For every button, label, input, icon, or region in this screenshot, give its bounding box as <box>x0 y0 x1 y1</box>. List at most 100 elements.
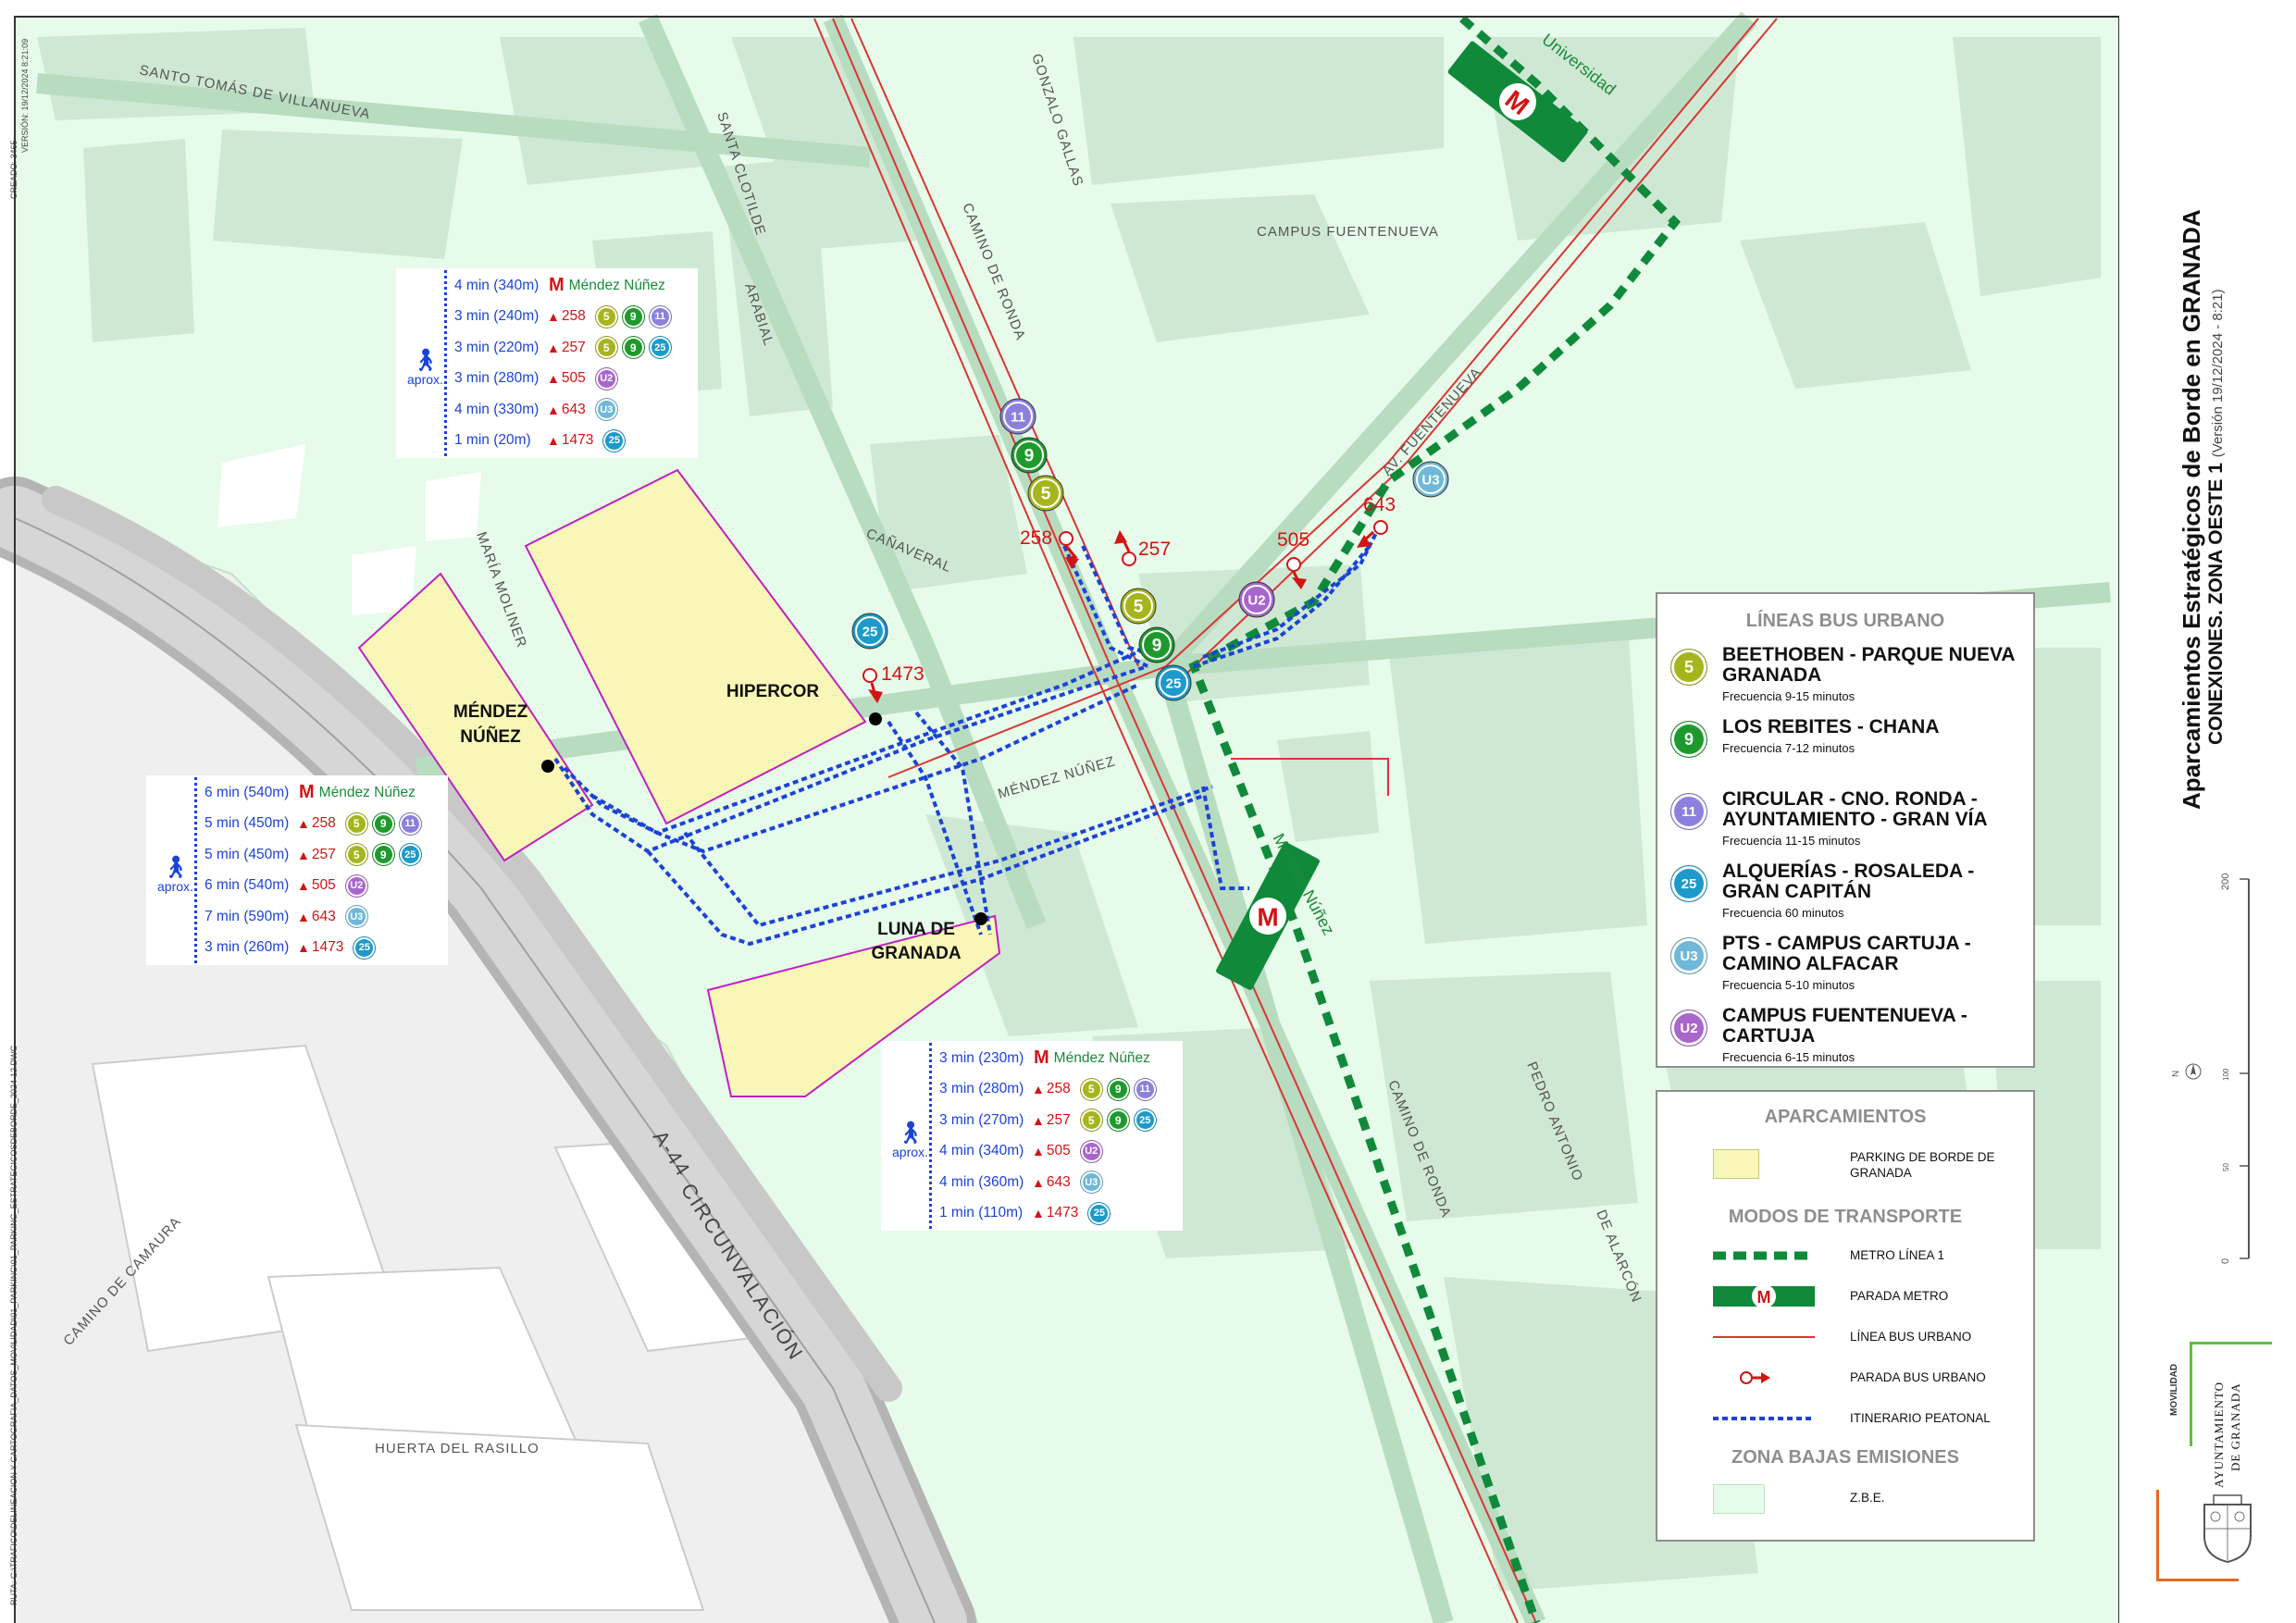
bus-stop-icon: ▲ <box>547 340 560 355</box>
bus-stop-icon: ▲ <box>547 433 560 449</box>
map-subtitle: CONEXIONES. ZONA OESTE 1 (Versión 19/12/… <box>2205 289 2228 745</box>
bus-stop-number: 643 <box>1046 1173 1071 1190</box>
svg-text:200: 200 <box>2220 873 2231 890</box>
line-chip-25: 25 <box>353 935 377 960</box>
line-bubble-11[interactable]: 11 <box>999 398 1036 435</box>
connection-rows: 3 min (230m) M Méndez Núñez 3 min (280m) ▲ 25… <box>929 1043 1160 1229</box>
line-chip-11: 11 <box>1133 1077 1157 1101</box>
walk-time: 4 min (340m) <box>939 1143 1024 1159</box>
svg-text:M: M <box>1757 1288 1771 1307</box>
legend-zbe: Z.B.E. <box>1657 1484 2028 1514</box>
walk-approx-label: aprox. <box>407 372 443 387</box>
svg-text:M: M <box>1257 903 1278 932</box>
metro-icon: M <box>1034 1047 1049 1069</box>
info-box-hipercor: 🚶︎ aprox. 4 min (340m) M Méndez Núñez 3 min (… <box>396 268 698 458</box>
legend-header-parking: APARCAMIENTOS <box>1764 1107 1927 1127</box>
svg-text:CAMPUS FUENTENUEVA: CAMPUS FUENTENUEVA <box>1257 224 1439 240</box>
ayuntamiento-logo: MOVILIDAD AYUNTAMIENTO DE GRANADA <box>2156 1332 2272 1582</box>
connection-row: 3 min (270m) ▲ 257 5 9 25 <box>932 1105 1160 1136</box>
line-chip-9: 9 <box>1106 1109 1130 1133</box>
svg-text:505: 505 <box>1277 529 1309 551</box>
line-bubble-u2[interactable]: U2 <box>1238 581 1275 618</box>
bus-stop-icon: ▲ <box>1032 1174 1045 1190</box>
line-chip-u3: U3 <box>594 398 618 422</box>
connection-row: 4 min (330m) ▲ 643 U3 <box>447 394 676 426</box>
line-frequency: Frecuencia 11-15 minutos <box>1722 834 1861 848</box>
connection-row: 3 min (280m) ▲ 505 U2 <box>447 364 676 395</box>
logo-line1: AYUNTAMIENTO <box>2212 1381 2226 1488</box>
legend-parking: PARKING DE BORDE DE GRANADA <box>1657 1149 2028 1180</box>
map-title: Aparcamientos Estratégicos de Borde en G… <box>2178 209 2205 810</box>
bus-stop-number: 1473 <box>1046 1205 1079 1221</box>
line-bubble-5[interactable]: 5 <box>1027 475 1064 512</box>
line-chip-5: 5 <box>1079 1077 1103 1101</box>
walking-person-icon: 🚶︎ <box>411 348 440 373</box>
connection-row: 1 min (110m) ▲ 1473 25 <box>932 1198 1160 1230</box>
bus-lines-legend: LÍNEAS BUS URBANO 5 BEETHOBEN - PARQUE NU… <box>1656 592 2035 1068</box>
metro-stop-name: Méndez Núñez <box>318 784 416 800</box>
line-bubble-9[interactable]: 9 <box>1011 437 1048 474</box>
line-bubble-25[interactable]: 25 <box>851 613 888 650</box>
svg-text:643: 643 <box>1363 494 1396 515</box>
info-box-mendez-nunez: 🚶︎ aprox. 6 min (540m) M Méndez Núñez 5 min (… <box>146 775 448 965</box>
line-chip-25: 25 <box>1133 1109 1157 1133</box>
connection-row: 5 min (450m) ▲ 258 5 9 11 <box>197 809 426 840</box>
bus-stop-icon: ▲ <box>297 816 310 832</box>
walk-time: 1 min (20m) <box>454 432 531 449</box>
bus-stop-number: 1473 <box>561 432 594 449</box>
bus-stop-number: 505 <box>1046 1143 1071 1159</box>
line-chip-25: 25 <box>398 843 422 867</box>
line-chip-25: 25 <box>1087 1201 1111 1225</box>
bus-stop-icon: ▲ <box>1032 1206 1045 1221</box>
line-name: CAMPUS FUENTENUEVA - CARTUJA <box>1722 1005 1967 1047</box>
bus-stop-number: 258 <box>1046 1081 1071 1097</box>
line-bubble-u3[interactable]: U3 <box>1412 461 1449 498</box>
line-chip-25: 25 <box>648 336 672 360</box>
line-frequency: Frecuencia 9-15 minutos <box>1722 689 1855 703</box>
line-chip-9: 9 <box>371 812 395 836</box>
bus-stop-number: 258 <box>311 815 336 832</box>
connection-row: 3 min (220m) ▲ 257 5 9 25 <box>447 332 676 364</box>
legend-header-modes: MODOS DE TRANSPORTE <box>1728 1207 1963 1227</box>
line-chip-5: 5 <box>594 304 618 328</box>
line-badge: 5 <box>1670 649 1707 686</box>
connection-rows: 4 min (340m) M Méndez Núñez 3 min (240m) ▲ 25… <box>444 270 676 456</box>
line-chip-u2: U2 <box>594 366 618 390</box>
walk-time: 6 min (540m) <box>205 784 290 800</box>
svg-text:0: 0 <box>2220 1258 2231 1264</box>
line-bubble-9[interactable]: 9 <box>1138 626 1175 663</box>
line-bubble-25[interactable]: 25 <box>1155 664 1192 701</box>
bus-stop-number: 258 <box>561 308 586 325</box>
line-chip-11: 11 <box>398 812 422 836</box>
bus-stop-icon: ▲ <box>297 909 310 924</box>
bus-stop-number: 257 <box>561 339 586 355</box>
bus-stop-icon: ▲ <box>1032 1082 1045 1097</box>
svg-text:1473: 1473 <box>881 663 925 685</box>
line-bubble-label: 5 <box>1041 485 1051 504</box>
line-chip-5: 5 <box>344 843 368 867</box>
line-badge: 9 <box>1670 721 1707 758</box>
walk-time: 5 min (450m) <box>205 815 290 832</box>
line-bubble-label: 5 <box>1134 598 1144 617</box>
map-subtitle-text: CONEXIONES. ZONA OESTE 1 <box>2205 463 2227 745</box>
line-name: ALQUERÍAS - ROSALEDA - GRAN CAPITÁN <box>1722 861 1975 902</box>
map-legend: APARCAMIENTOS PARKING DE BORDE DE GRANAD… <box>1656 1090 2035 1542</box>
bus-stop-number: 257 <box>311 846 336 862</box>
line-chip-u3: U3 <box>1079 1171 1103 1195</box>
map-version: (Versión 19/12/2024 - 8:21) <box>2210 289 2226 458</box>
walk-time: 3 min (280m) <box>939 1081 1024 1097</box>
walk-time: 3 min (230m) <box>939 1049 1024 1066</box>
line-badge: U3 <box>1670 937 1707 974</box>
walk-time: 4 min (360m) <box>939 1173 1024 1190</box>
legend-bus-line: LÍNEA BUS URBANO <box>1713 1330 1972 1344</box>
legend-walk: ITINERARIO PEATONAL <box>1713 1411 1991 1425</box>
walk-time: 4 min (340m) <box>454 277 540 293</box>
line-badge: U2 <box>1670 1010 1707 1047</box>
line-chip-5: 5 <box>344 812 368 836</box>
line-chip-u3: U3 <box>344 905 368 929</box>
connection-row: 4 min (340m) ▲ 505 U2 <box>932 1136 1160 1168</box>
connection-row: 6 min (540m) M Méndez Núñez <box>197 777 426 809</box>
line-bubble-5[interactable]: 5 <box>1120 588 1157 625</box>
line-name: BEETHOBEN - PARQUE NUEVA GRANADA <box>1722 644 2015 686</box>
walk-time: 7 min (590m) <box>205 908 290 924</box>
